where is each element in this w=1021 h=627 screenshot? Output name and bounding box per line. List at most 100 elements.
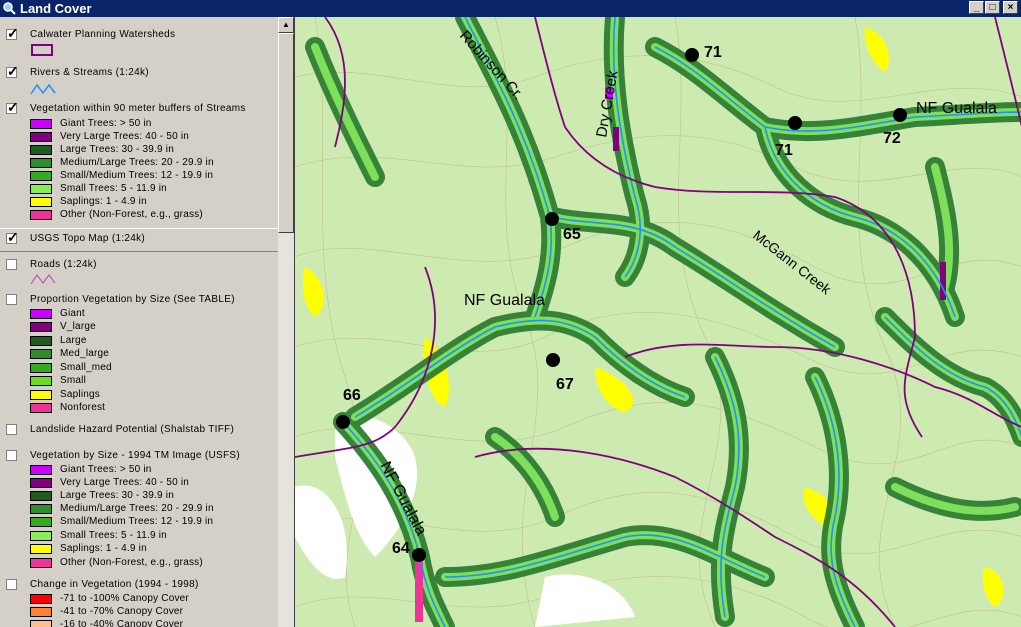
layer-label: Vegetation by Size - 1994 TM Image (USFS…: [30, 450, 240, 461]
map-canvas[interactable]: Robinson Cr. Dry Creek McGann Creek NF G…: [295, 17, 1021, 627]
map-view[interactable]: Robinson Cr. Dry Creek McGann Creek NF G…: [294, 17, 1021, 627]
legend-swatch: [30, 119, 52, 129]
legend-swatch: [30, 363, 52, 373]
minimize-button[interactable]: _: [969, 1, 984, 14]
legend-label: Giant Trees: > 50 in: [60, 464, 152, 475]
legend-label: Large Trees: 30 - 39.9 in: [60, 144, 174, 155]
legend-label: Med_large: [60, 348, 110, 359]
legend-swatch: [30, 390, 52, 400]
close-button[interactable]: ×: [1003, 1, 1018, 14]
legend-label: Large: [60, 335, 87, 346]
legend-label: Medium/Large Trees: 20 - 29.9 in: [60, 157, 214, 168]
layer-label: Rivers & Streams (1:24k): [30, 67, 149, 78]
layer-label: Landslide Hazard Potential (Shalstab TIF…: [30, 424, 235, 435]
stream-label: NF Gualala: [464, 292, 545, 309]
layer-checkbox[interactable]: [6, 424, 17, 435]
legend-swatch: [30, 620, 52, 627]
road-line-icon: [30, 274, 56, 285]
legend-swatch: [30, 491, 52, 501]
legend-swatch: [30, 607, 52, 617]
layer-checkbox[interactable]: [6, 579, 17, 590]
stream-line-icon: [30, 83, 56, 95]
toc-scrollbar[interactable]: ▲: [278, 17, 294, 627]
legend-label: Giant Trees: > 50 in: [60, 118, 152, 129]
legend-swatch: [30, 558, 52, 568]
legend-label: Small/Medium Trees: 12 - 19.9 in: [60, 516, 214, 527]
legend-swatch: [30, 210, 52, 220]
checkmark-icon: ✓: [7, 25, 19, 41]
legend-label: Small_med: [60, 362, 112, 373]
site-label: 66: [343, 387, 361, 404]
window-title: Land Cover: [20, 1, 92, 16]
legend-label: Other (Non-Forest, e.g., grass): [60, 557, 203, 568]
legend-label: Saplings: [60, 389, 100, 400]
layer-checkbox[interactable]: [6, 294, 17, 305]
checkmark-icon: ✓: [7, 99, 19, 115]
legend-label: Medium/Large Trees: 20 - 29.9 in: [60, 503, 214, 514]
layer-label: Change in Vegetation (1994 - 1998): [30, 579, 199, 590]
stream-label: McGann Creek: [750, 227, 835, 298]
sample-site[interactable]: 67: [546, 353, 574, 393]
scroll-thumb[interactable]: [278, 33, 294, 233]
legend-swatch: [30, 197, 52, 207]
site-label: 65: [563, 226, 581, 243]
legend-label: Very Large Trees: 40 - 50 in: [60, 131, 190, 142]
layer-label: Proportion Vegetation by Size (See TABLE…: [30, 294, 235, 305]
layer-checkbox[interactable]: ✓: [6, 63, 19, 79]
legend-swatch: [30, 544, 52, 554]
sample-site[interactable]: 71: [685, 44, 722, 62]
legend-swatch: [30, 517, 52, 527]
legend-swatch: [30, 336, 52, 346]
app-icon: [3, 2, 16, 15]
table-of-contents: ✓ Calwater Planning Watersheds ✓ Rivers …: [0, 17, 278, 627]
maximize-button[interactable]: □: [985, 1, 1000, 14]
legend-swatch: [30, 132, 52, 142]
legend-swatch: [30, 309, 52, 319]
watershed-polygon-icon: [31, 44, 53, 56]
legend-swatch: [30, 322, 52, 332]
site-label: 71: [775, 142, 793, 159]
legend-swatch: [30, 504, 52, 514]
legend-swatch: [30, 531, 52, 541]
legend-label: -41 to -70% Canopy Cover: [60, 606, 184, 617]
layer-checkbox[interactable]: ✓: [6, 25, 19, 41]
legend-label: Saplings: 1 - 4.9 in: [60, 196, 147, 207]
legend-label: Small Trees: 5 - 11.9 in: [60, 530, 167, 541]
layer-label: USGS Topo Map (1:24k): [30, 233, 146, 244]
layer-checkbox[interactable]: ✓: [6, 99, 19, 115]
legend-swatch: [30, 349, 52, 359]
layer-checkbox[interactable]: ✓: [6, 229, 19, 245]
legend-swatch: [30, 465, 52, 475]
legend-label: -16 to -40% Canopy Cover: [60, 619, 184, 627]
legend-label: Nonforest: [60, 402, 106, 413]
stream-label: NF Gualala: [916, 100, 997, 117]
legend-swatch: [30, 158, 52, 168]
layer-label: Calwater Planning Watersheds: [30, 29, 176, 40]
legend-swatch: [30, 171, 52, 181]
scroll-up-arrow-icon[interactable]: ▲: [278, 17, 294, 33]
stream-label: Robinson Cr.: [456, 27, 527, 103]
site-label: 71: [704, 44, 722, 61]
legend-label: Small/Medium Trees: 12 - 19.9 in: [60, 170, 214, 181]
legend-swatch: [30, 403, 52, 413]
legend-label: Small: [60, 375, 87, 386]
site-label: 64: [392, 540, 410, 557]
legend-label: Large Trees: 30 - 39.9 in: [60, 490, 174, 501]
checkmark-icon: ✓: [7, 229, 19, 245]
layer-label: Roads (1:24k): [30, 259, 97, 270]
clearing-areas: [295, 414, 635, 627]
legend-swatch: [30, 145, 52, 155]
legend-swatch: [30, 184, 52, 194]
legend-swatch: [30, 478, 52, 488]
legend-swatch: [30, 594, 52, 604]
layer-label: Vegetation within 90 meter buffers of St…: [30, 103, 246, 114]
legend-label: -71 to -100% Canopy Cover: [60, 593, 189, 604]
site-label: 67: [556, 376, 574, 393]
site-label: 72: [883, 130, 901, 147]
legend-label: V_large: [60, 321, 96, 332]
legend-label: Very Large Trees: 40 - 50 in: [60, 477, 190, 488]
layer-checkbox[interactable]: [6, 450, 17, 461]
checkmark-icon: ✓: [7, 63, 19, 79]
layer-checkbox[interactable]: [6, 259, 17, 270]
title-bar: Land Cover _ □ ×: [0, 0, 1021, 17]
